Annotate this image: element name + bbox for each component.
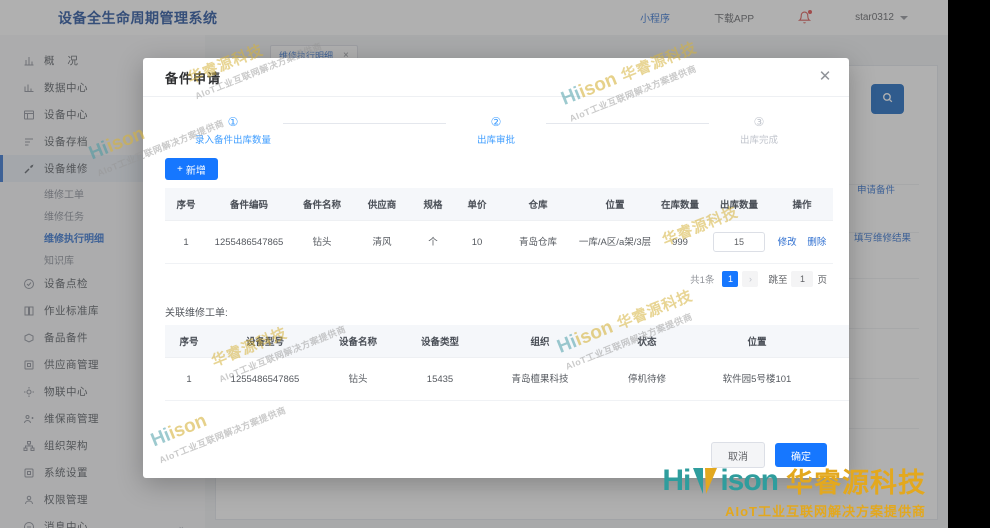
cell-stock: 999: [653, 220, 707, 264]
step-number: ③: [753, 115, 765, 129]
cell-price: 10: [455, 220, 499, 264]
spare-parts-table: 序号 备件编码 备件名称 供应商 规格 单价 仓库 位置 在库数量 出库数量 操…: [165, 188, 833, 264]
logo-tagline: AIoT工业互联网解决方案提供商: [725, 504, 926, 519]
col-code: 备件编码: [207, 188, 291, 221]
cell-name: 钻头: [291, 220, 353, 264]
cell-org: 青岛檀果科技: [481, 357, 599, 401]
related-repair-orders-table: 序号 设备型号 设备名称 设备类型 组织 状态 位置 入场日期 1 125548…: [165, 325, 849, 401]
total-count: 共1条: [690, 275, 715, 286]
step-number: ①: [227, 115, 239, 129]
plus-icon: +: [177, 163, 183, 175]
add-button[interactable]: + 新增: [165, 158, 218, 180]
col-device-type: 设备类型: [399, 325, 481, 358]
cell-location: 一库/A区/a架/3层: [577, 220, 653, 264]
table-row: 1 1255486547865 钻头 清风 个 10 青岛仓库 一库/A区/a架…: [165, 220, 833, 264]
add-button-label: 新增: [185, 165, 206, 177]
step-connector: [546, 123, 709, 124]
col-index: 序号: [165, 188, 207, 221]
logo-row: Hi ison 华睿源科技: [662, 461, 926, 500]
col-location: 位置: [695, 325, 819, 358]
related-orders-label: 关联维修工单:: [165, 308, 228, 319]
jump-label: 跳至: [768, 275, 788, 286]
delete-link[interactable]: 删除: [807, 237, 826, 248]
col-index: 序号: [165, 325, 213, 358]
cell-entry-date: 2022-02-22: [819, 357, 849, 401]
cell-device-type: 15435: [399, 357, 481, 401]
col-name: 备件名称: [291, 188, 353, 221]
step-3: ③ 出库完成: [709, 115, 809, 146]
logo-mark-icon: [692, 466, 718, 496]
cell-location: 软件园5号楼101: [695, 357, 819, 401]
status-badge: 停机待修: [599, 357, 695, 401]
cell-spec: 个: [411, 220, 455, 264]
pagination: 共1条 1 › 跳至 1 页: [165, 264, 827, 294]
step-label: 出库审批: [476, 135, 515, 146]
cell-index: 1: [165, 220, 207, 264]
step-label: 出库完成: [739, 135, 778, 146]
out-quantity-input[interactable]: 15: [713, 232, 765, 252]
step-connector: [283, 123, 446, 124]
col-model: 设备型号: [213, 325, 317, 358]
col-device-name: 设备名称: [317, 325, 399, 358]
step-1: ① 录入备件出库数量: [183, 115, 283, 146]
step-label: 录入备件出库数量: [194, 135, 271, 146]
col-supplier: 供应商: [353, 188, 411, 221]
col-out-qty: 出库数量: [707, 188, 771, 221]
step-2: ② 出库审批: [446, 115, 546, 146]
steps-indicator: ① 录入备件出库数量 ② 出库审批 ③ 出库完成: [143, 97, 849, 152]
col-spec: 规格: [411, 188, 455, 221]
logo-hi-text: Hi: [662, 463, 691, 497]
table-header-row: 序号 设备型号 设备名称 设备类型 组织 状态 位置 入场日期: [165, 325, 849, 358]
col-org: 组织: [481, 325, 599, 358]
cell-model: 1255486547865: [213, 357, 317, 401]
col-location: 位置: [577, 188, 653, 221]
col-price: 单价: [455, 188, 499, 221]
dialog-header: 备件申请 ✕: [143, 58, 849, 97]
chevron-right-icon[interactable]: ›: [742, 271, 759, 287]
table-header-row: 序号 备件编码 备件名称 供应商 规格 单价 仓库 位置 在库数量 出库数量 操…: [165, 188, 833, 221]
dialog-title: 备件申请: [165, 70, 222, 86]
col-warehouse: 仓库: [499, 188, 577, 221]
close-icon[interactable]: ✕: [817, 69, 833, 85]
app-root: 设备全生命周期管理系统 小程序 下载APP star0312 概 况 数据中心 …: [0, 0, 948, 528]
table-row: 1 1255486547865 钻头 15435 青岛檀果科技 停机待修 软件园…: [165, 357, 849, 401]
col-entry-date: 入场日期: [819, 325, 849, 358]
dialog-body: + 新增 序号 备件编码 备件名称 供应商 规格 单价 仓库 位置 在库数量 出…: [143, 152, 849, 401]
col-operation: 操作: [771, 188, 833, 221]
edit-link[interactable]: 修改: [778, 237, 797, 248]
page-unit-label: 页: [817, 275, 827, 286]
company-logo: Hi ison 华睿源科技 AIoT工业互联网解决方案提供商: [662, 461, 926, 520]
spare-part-application-dialog: 备件申请 ✕ ① 录入备件出库数量 ② 出库审批 ③ 出库完成 + 新增 序号 …: [143, 58, 849, 478]
page-1-button[interactable]: 1: [722, 271, 739, 287]
cell-warehouse: 青岛仓库: [499, 220, 577, 264]
col-status: 状态: [599, 325, 695, 358]
step-number: ②: [490, 115, 502, 129]
logo-ison-text: ison: [720, 463, 779, 497]
cell-index: 1: [165, 357, 213, 401]
cell-code: 1255486547865: [207, 220, 291, 264]
cell-supplier: 清风: [353, 220, 411, 264]
cell-device-name: 钻头: [317, 357, 399, 401]
col-stock: 在库数量: [653, 188, 707, 221]
logo-cn-text: 华睿源科技: [786, 468, 926, 498]
jump-page-input[interactable]: 1: [791, 271, 814, 287]
